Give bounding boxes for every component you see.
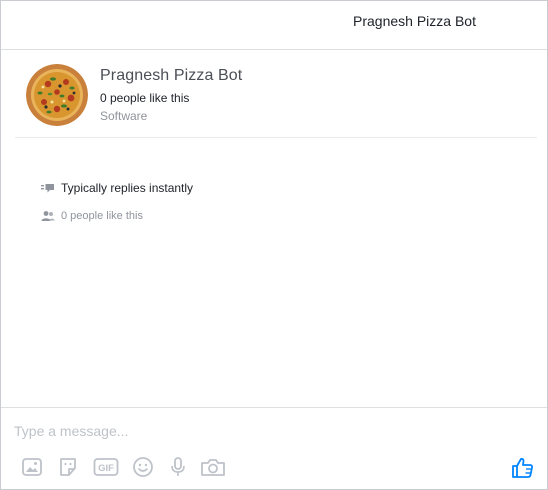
- people-icon: [41, 209, 55, 223]
- profile-likes: 0 people like this: [100, 91, 190, 105]
- sticker-icon[interactable]: [56, 455, 80, 479]
- message-input[interactable]: [14, 421, 494, 441]
- thumbs-up-icon[interactable]: [511, 456, 535, 480]
- message-composer: GIF: [1, 407, 547, 490]
- photo-icon[interactable]: [20, 455, 44, 479]
- response-time-text: Typically replies instantly: [61, 181, 194, 195]
- emoji-icon[interactable]: [131, 455, 155, 479]
- gif-label: GIF: [98, 463, 114, 474]
- response-time-row: Typically replies instantly: [41, 180, 193, 196]
- likes-count-text: 0 people like this: [61, 210, 143, 222]
- chat-header: Pragnesh Pizza Bot: [1, 1, 547, 50]
- chat-title: Pragnesh Pizza Bot: [353, 13, 476, 29]
- gif-icon[interactable]: GIF: [92, 455, 120, 479]
- likes-row: 0 people like this: [41, 208, 143, 224]
- chat-bubble-icon: [41, 181, 55, 195]
- page-name[interactable]: Pragnesh Pizza Bot: [100, 67, 242, 85]
- microphone-icon[interactable]: [166, 455, 190, 479]
- messenger-window: Pragnesh Pizza Bot Pragnesh Pizza Bot 0 …: [0, 0, 548, 490]
- pizza-avatar[interactable]: [26, 64, 88, 126]
- page-category: Software: [100, 109, 148, 123]
- page-profile-card: Pragnesh Pizza Bot 0 people like this So…: [15, 50, 537, 138]
- camera-icon[interactable]: [200, 455, 226, 479]
